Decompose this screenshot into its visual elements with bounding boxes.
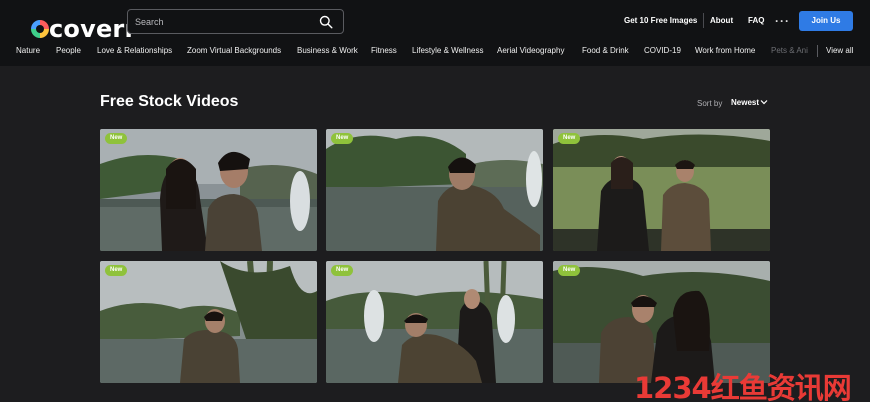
video-preview-image bbox=[553, 129, 770, 251]
video-preview-image bbox=[326, 261, 543, 383]
video-preview-image bbox=[326, 129, 543, 251]
category-aerial-videography[interactable]: Aerial Videography bbox=[497, 46, 564, 55]
new-badge: New bbox=[558, 133, 581, 144]
category-zoom-backgrounds[interactable]: Zoom Virtual Backgrounds bbox=[187, 46, 281, 55]
category-lifestyle-wellness[interactable]: Lifestyle & Wellness bbox=[412, 46, 483, 55]
video-preview-image bbox=[100, 261, 317, 383]
nav-divider bbox=[703, 13, 704, 28]
logo-text: coverr bbox=[49, 15, 137, 43]
category-pets-animals[interactable]: Pets & Ani bbox=[771, 46, 811, 55]
sort-label: Sort by bbox=[697, 99, 723, 108]
category-business-work[interactable]: Business & Work bbox=[297, 46, 358, 55]
video-thumbnail[interactable]: New bbox=[326, 261, 543, 383]
search-icon[interactable] bbox=[319, 15, 333, 29]
category-nature[interactable]: Nature bbox=[16, 46, 40, 55]
category-covid-19[interactable]: COVID-19 bbox=[644, 46, 681, 55]
new-badge: New bbox=[331, 265, 354, 276]
category-love-relationships[interactable]: Love & Relationships bbox=[97, 46, 172, 55]
about-link[interactable]: About bbox=[710, 16, 733, 25]
join-us-button[interactable]: Join Us bbox=[799, 11, 853, 31]
top-navigation-bar: coverr Get 10 Free Images About FAQ ··· … bbox=[0, 0, 870, 66]
category-bar: Nature People Love & Relationships Zoom … bbox=[0, 44, 870, 58]
sort-dropdown[interactable]: Newest bbox=[731, 98, 759, 107]
more-menu-icon[interactable]: ··· bbox=[775, 14, 790, 28]
new-badge: New bbox=[105, 265, 128, 276]
get-free-images-link[interactable]: Get 10 Free Images bbox=[624, 16, 697, 25]
page-title: Free Stock Videos bbox=[100, 93, 239, 110]
category-food-drink[interactable]: Food & Drink bbox=[582, 46, 629, 55]
new-badge: New bbox=[105, 133, 128, 144]
watermark-text: 1234红鱼资讯网 bbox=[634, 371, 852, 402]
category-fitness[interactable]: Fitness bbox=[371, 46, 397, 55]
video-thumbnail[interactable]: New bbox=[326, 129, 543, 251]
search-box[interactable] bbox=[127, 9, 344, 34]
view-all-link[interactable]: View all bbox=[826, 46, 853, 55]
new-badge: New bbox=[331, 133, 354, 144]
search-input[interactable] bbox=[135, 14, 315, 30]
category-divider bbox=[817, 45, 818, 57]
logo-mark-icon bbox=[31, 20, 49, 38]
chevron-down-icon[interactable] bbox=[760, 98, 768, 106]
video-thumbnail[interactable]: New bbox=[100, 261, 317, 383]
faq-link[interactable]: FAQ bbox=[748, 16, 764, 25]
video-thumbnail[interactable]: New bbox=[100, 129, 317, 251]
category-people[interactable]: People bbox=[56, 46, 81, 55]
new-badge: New bbox=[558, 265, 581, 276]
video-thumbnail[interactable]: New bbox=[553, 129, 770, 251]
category-work-from-home[interactable]: Work from Home bbox=[695, 46, 755, 55]
video-preview-image bbox=[100, 129, 317, 251]
